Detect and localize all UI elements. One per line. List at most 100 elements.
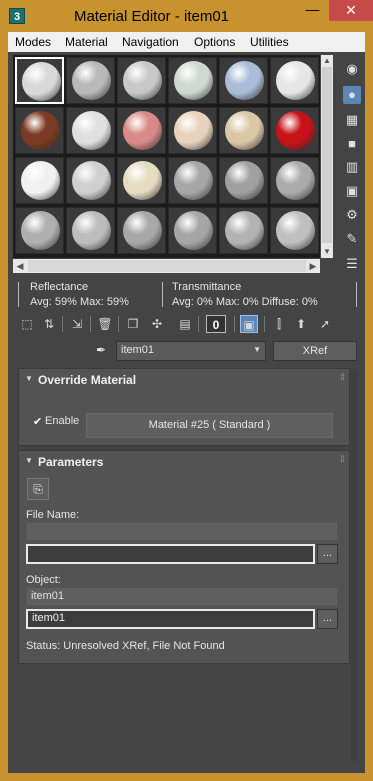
material-type-button[interactable]: XRef (273, 341, 357, 361)
select-by-material-icon[interactable]: ✎ (343, 230, 361, 248)
sample-slots-vertical-scrollbar[interactable]: ▲ ▼ (321, 55, 333, 258)
separator (90, 316, 91, 332)
scroll-down-icon[interactable]: ▼ (321, 246, 333, 258)
material-sphere-preview (276, 111, 315, 150)
parameters-header[interactable]: ▼ Parameters ⁞⁞ (19, 451, 349, 473)
go-to-parent-icon[interactable]: ⬆ (292, 315, 310, 333)
sample-slot[interactable] (117, 57, 166, 104)
file-name-input[interactable] (26, 544, 315, 564)
scroll-up-icon[interactable]: ▲ (321, 55, 333, 67)
panel-scrollbar[interactable] (351, 370, 357, 762)
sample-slot[interactable] (66, 207, 115, 254)
material-sphere-preview (21, 211, 60, 250)
menu-utilities[interactable]: Utilities (250, 35, 289, 49)
copy-material-icon[interactable]: ❐ (124, 315, 142, 333)
object-label: Object: (26, 574, 61, 586)
sample-slot[interactable] (15, 57, 64, 104)
material-name-dropdown[interactable]: item01 ▼ (116, 341, 266, 361)
sample-slot[interactable] (15, 157, 64, 204)
video-color-check-icon[interactable]: ▥ (343, 158, 361, 176)
object-input[interactable]: item01 (26, 609, 315, 629)
separator (198, 316, 199, 332)
sample-slot[interactable] (168, 157, 217, 204)
sample-slot[interactable] (117, 207, 166, 254)
material-sphere-preview (72, 61, 111, 100)
sample-slot[interactable] (66, 107, 115, 154)
scrollbar-thumb[interactable] (28, 260, 306, 272)
material-sphere-preview (225, 61, 264, 100)
sample-slot[interactable] (168, 107, 217, 154)
xref-browser-icon[interactable]: ⎘ (27, 478, 49, 500)
material-sphere-preview (123, 161, 162, 200)
separator (234, 316, 235, 332)
go-forward-to-sibling-icon[interactable]: ➚ (316, 315, 334, 333)
reflectance-values: Avg: 59% Max: 59% (30, 296, 129, 308)
material-editor-window: 3 Material Editor - item01 — ✕ Modes Mat… (0, 0, 373, 781)
scrollbar-thumb[interactable] (322, 67, 332, 243)
sample-slot[interactable] (66, 57, 115, 104)
close-button[interactable]: ✕ (329, 0, 373, 21)
material-sphere-preview (174, 111, 213, 150)
sample-slot[interactable] (15, 207, 64, 254)
browse-file-button[interactable]: ... (317, 544, 338, 564)
sample-slot[interactable] (270, 207, 319, 254)
sample-slot[interactable] (15, 107, 64, 154)
sample-slots-horizontal-scrollbar[interactable]: ◀ ▶ (13, 259, 320, 273)
get-material-icon[interactable]: ⬚ (18, 315, 36, 333)
material-sphere-preview (225, 161, 264, 200)
chevron-down-icon: ▼ (253, 345, 261, 354)
material-sphere-preview (72, 161, 111, 200)
put-to-scene-icon[interactable]: ⇅ (40, 315, 58, 333)
override-material-button[interactable]: Material #25 ( Standard ) (86, 413, 333, 438)
put-to-library-icon[interactable]: ▤ (176, 315, 194, 333)
material-sphere-preview (225, 111, 264, 150)
sample-slot[interactable] (270, 57, 319, 104)
show-end-result-icon[interactable]: ⫿ (270, 315, 288, 333)
minimize-button[interactable]: — (299, 0, 326, 21)
rollout-title: Override Material (38, 373, 137, 387)
sample-slot[interactable] (117, 107, 166, 154)
reset-map-icon[interactable]: 🗑 (96, 315, 114, 333)
sample-uv-tiling-icon[interactable]: ■ (343, 135, 361, 153)
backlight-icon[interactable]: ● (343, 86, 361, 104)
material-sphere-preview (21, 111, 60, 150)
material-map-navigator-icon[interactable]: ☰ (343, 255, 361, 273)
show-shaded-material-icon[interactable]: ▣ (240, 315, 258, 333)
drag-grip-icon[interactable]: ⁞⁞ (340, 372, 345, 382)
menu-material[interactable]: Material (65, 35, 108, 49)
sample-slot[interactable] (219, 157, 268, 204)
browse-object-button[interactable]: ... (317, 609, 338, 629)
make-unique-icon[interactable]: ✣ (148, 315, 166, 333)
background-icon[interactable]: ▦ (343, 111, 361, 129)
sample-slots-grid (13, 55, 320, 258)
override-material-header[interactable]: ▼ Override Material ⁞⁞ (19, 369, 349, 391)
scroll-left-icon[interactable]: ◀ (13, 259, 27, 273)
material-sphere-preview (276, 211, 315, 250)
sphere-type-icon[interactable]: ◉ (343, 60, 361, 78)
sample-slot[interactable] (219, 57, 268, 104)
menu-modes[interactable]: Modes (15, 35, 51, 49)
parameters-rollout: ▼ Parameters ⁞⁞ ⎘ File Name: ... Object:… (18, 450, 350, 664)
drag-grip-icon[interactable]: ⁞⁞ (340, 454, 345, 464)
sample-slot[interactable] (168, 57, 217, 104)
menu-navigation[interactable]: Navigation (122, 35, 179, 49)
sample-slot[interactable] (270, 107, 319, 154)
make-preview-icon[interactable]: ▣ (343, 182, 361, 200)
assign-to-selection-icon[interactable]: ⇲ (68, 315, 86, 333)
material-id-channel[interactable]: 0 (206, 315, 226, 333)
material-sphere-preview (174, 61, 213, 100)
title-bar[interactable]: 3 Material Editor - item01 — ✕ (0, 0, 373, 32)
sample-slot[interactable] (117, 157, 166, 204)
sample-slot[interactable] (219, 107, 268, 154)
pick-material-from-object-icon[interactable]: ✒ (92, 341, 110, 359)
scroll-right-icon[interactable]: ▶ (306, 259, 320, 273)
divider (18, 282, 19, 307)
sample-slot[interactable] (66, 157, 115, 204)
material-name-row: ✒ item01 ▼ XRef (92, 341, 362, 361)
sample-slot[interactable] (270, 157, 319, 204)
sample-slot[interactable] (219, 207, 268, 254)
enable-checkbox[interactable]: ✔ (33, 417, 43, 428)
sample-slot[interactable] (168, 207, 217, 254)
options-icon[interactable]: ⚙ (343, 206, 361, 224)
menu-options[interactable]: Options (194, 35, 235, 49)
